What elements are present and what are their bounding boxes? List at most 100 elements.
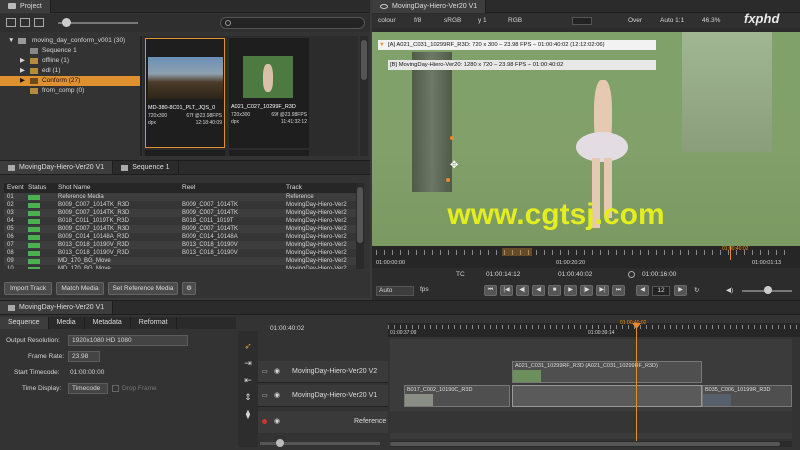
eye-icon[interactable]: ◉ (274, 417, 280, 425)
detail-view-icon[interactable] (34, 18, 44, 27)
channels-select[interactable]: RGB (508, 14, 522, 28)
loop-icon[interactable]: ↻ (694, 286, 699, 294)
table-row[interactable]: 05 B009_C007_1014TK_R3D B009_C007_1014TK Mo… (4, 225, 356, 233)
drop-frame-checkbox[interactable] (112, 385, 119, 392)
fstop-value[interactable]: f/8 (414, 14, 421, 28)
thumb-size-handle[interactable] (62, 18, 71, 27)
table-row[interactable]: 03 B009_C007_1014TK_R3D B009_C007_1014TK Mo… (4, 209, 356, 217)
tree-item-offline[interactable]: ▶ offline (1) (0, 56, 140, 66)
lut-select[interactable]: sRGB (444, 14, 461, 28)
tab-project[interactable]: Project (0, 0, 51, 13)
triangle-down-icon[interactable]: ▼ (379, 40, 385, 50)
tracking-point[interactable] (450, 136, 454, 140)
track-header-reference[interactable]: ◉ Reference (258, 411, 388, 433)
goto-start-button[interactable]: ⏮ (484, 285, 497, 296)
tree-item-from-comp[interactable]: from_comp (0) (0, 86, 140, 96)
scrollbar-thumb[interactable] (357, 187, 363, 243)
tab-sequence-1[interactable]: Sequence 1 (113, 161, 179, 174)
next-edit-button[interactable]: ▶| (596, 285, 609, 296)
goto-end-button[interactable]: ⏭ (612, 285, 625, 296)
table-row[interactable]: 04 B018_C011_1019TK_R3D B018_C011_1019T Mov… (4, 217, 356, 225)
track-header-v1[interactable]: ▭ ◉ MovingDay-Hiero-Ver20 V1 (258, 385, 388, 407)
scrollbar-thumb[interactable] (361, 40, 367, 80)
table-row[interactable]: 02 B009_C007_1014TK_R3D B009_C007_1014TK Mo… (4, 201, 356, 209)
track-header-v2[interactable]: ▭ ◉ MovingDay-Hiero-Ver20 V2 (258, 361, 388, 383)
lock-icon[interactable]: ▭ (262, 368, 268, 375)
clip-v2[interactable]: A021_C031_10299RF_R3D (A021_C031_10299RF… (512, 361, 702, 383)
tab-timeline[interactable]: MovingDay-Hiero-Ver20 V1 (0, 301, 114, 314)
in-timecode[interactable]: 01:00:14:12 (486, 268, 520, 282)
thumbnail-item[interactable] (229, 150, 309, 156)
eye-icon[interactable]: ◉ (274, 367, 280, 375)
volume-icon[interactable]: ◀) (726, 286, 733, 294)
zoom-select[interactable]: Auto 1:1 (660, 14, 684, 28)
gamma-value[interactable]: y 1 (478, 14, 487, 28)
over-select[interactable]: Over (628, 14, 642, 28)
tree-item-conform[interactable]: ▶ Conform (27) (0, 76, 140, 86)
eye-icon[interactable]: ◉ (274, 391, 280, 399)
thumbnail-item[interactable]: A021_C027_10299F_R3D 720x300 69f @23.98F… (229, 38, 309, 148)
time-display-select[interactable]: Timecode (68, 383, 108, 394)
table-row[interactable]: 10 MD_170_BG_Move MovingDay-Hiero-Ver2 (4, 265, 356, 269)
tree-item-sequence[interactable]: Sequence 1 (0, 46, 140, 56)
tab-viewer[interactable]: MovingDay-Hiero-Ver20 V1 (372, 0, 487, 13)
compare-a-box[interactable] (572, 17, 592, 25)
mode-select[interactable]: Auto (376, 286, 414, 296)
timeline-scrollbar[interactable] (390, 441, 792, 447)
track-area[interactable]: A021_C031_10299RF_R3D (A021_C031_10299RF… (390, 339, 792, 439)
razor-tool-icon[interactable]: ⇕ (238, 392, 258, 403)
table-row[interactable]: 09 MD_170_BG_Move MovingDay-Hiero-Ver2 (4, 257, 356, 265)
snap-tool-icon[interactable]: ⧫ (238, 409, 258, 420)
step-back-button[interactable]: ◀| (516, 285, 529, 296)
output-resolution-select[interactable]: 1920x1080 HD 1080 (68, 335, 188, 346)
play-reverse-button[interactable]: ◀ (532, 285, 545, 296)
timeline-playhead[interactable] (636, 325, 637, 447)
tab-metadata[interactable]: Metadata (85, 317, 131, 329)
project-search-input[interactable] (220, 17, 365, 29)
tc-select[interactable]: TC (456, 268, 465, 282)
events-scrollbar[interactable] (356, 183, 364, 269)
play-button[interactable]: ▶ (564, 285, 577, 296)
volume-handle[interactable] (764, 286, 772, 294)
set-reference-media-button[interactable]: Set Reference Media (108, 282, 178, 295)
thumbnail-item[interactable] (145, 150, 225, 156)
table-row[interactable]: 07 B013_C018_10190V_R3D B013_C018_10190V Mo… (4, 241, 356, 249)
tab-sequence-version[interactable]: MovingDay-Hiero-Ver20 V1 (0, 161, 114, 174)
current-timecode[interactable]: 01:00:40:02 (558, 268, 592, 282)
step-forward-button[interactable]: |▶ (580, 285, 593, 296)
frame-rate-select[interactable]: 23.98 (68, 351, 100, 362)
clip-v1[interactable]: B035_C006_10199R_R3D (702, 385, 792, 407)
clip-v1[interactable]: B017_C002_10190C_R3D (404, 385, 510, 407)
table-row[interactable]: 01 Reference Media Reference (4, 193, 356, 201)
import-track-button[interactable]: Import Track (4, 282, 52, 295)
tab-reformat[interactable]: Reformat (131, 317, 177, 329)
gear-button[interactable]: ⚙ (182, 282, 196, 295)
project-scrollbar[interactable] (360, 36, 368, 156)
table-row[interactable]: 08 B013_C018_10190V_R3D B013_C018_10190V Mo… (4, 249, 356, 257)
reference-track-lane[interactable] (390, 411, 792, 433)
clip-v1-selected[interactable] (512, 385, 702, 407)
frame-increment-input[interactable]: 12 (652, 286, 670, 296)
tree-item-edl[interactable]: ▶ edl (1) (0, 66, 140, 76)
colour-label[interactable]: colour (378, 14, 396, 28)
thumbnail-item[interactable]: MD-380-8C01_PLT_JQS_0 720x300 67f @23.98… (145, 38, 225, 148)
slip-tool-icon[interactable]: ⇥ (238, 358, 258, 369)
record-icon[interactable] (262, 419, 267, 424)
stop-button[interactable]: ■ (548, 285, 561, 296)
tracking-point[interactable] (446, 178, 450, 182)
skip-back-button[interactable]: ◀ (636, 285, 649, 296)
zoom-handle[interactable] (276, 439, 284, 447)
viewer-ruler[interactable]: 01:00:40:02 01:00:00:00 01:00:20:20 01:0… (372, 246, 800, 268)
tree-item-root[interactable]: ▼ moving_day_conform_v001 (30) (0, 36, 140, 46)
table-row[interactable]: 06 B009_C014_10148A_R3D B009_C014_10148A Mo… (4, 233, 356, 241)
lock-icon[interactable]: ▭ (262, 392, 268, 399)
tab-media[interactable]: Media (49, 317, 85, 329)
start-timecode-input[interactable]: 01:00:00:00 (70, 369, 104, 376)
thumb-view-icon[interactable] (20, 18, 30, 27)
timeline-ruler[interactable]: 01:00:37:09 01:00:39:14 01:00:40:02 (388, 320, 800, 337)
tab-sequence[interactable]: Sequence (0, 317, 49, 329)
scrollbar-thumb[interactable] (390, 442, 780, 446)
trim-tool-icon[interactable]: ⇤ (238, 375, 258, 386)
out-timecode[interactable]: 01:00:16:00 (642, 268, 676, 282)
select-tool-icon[interactable]: ➶ (238, 341, 258, 352)
